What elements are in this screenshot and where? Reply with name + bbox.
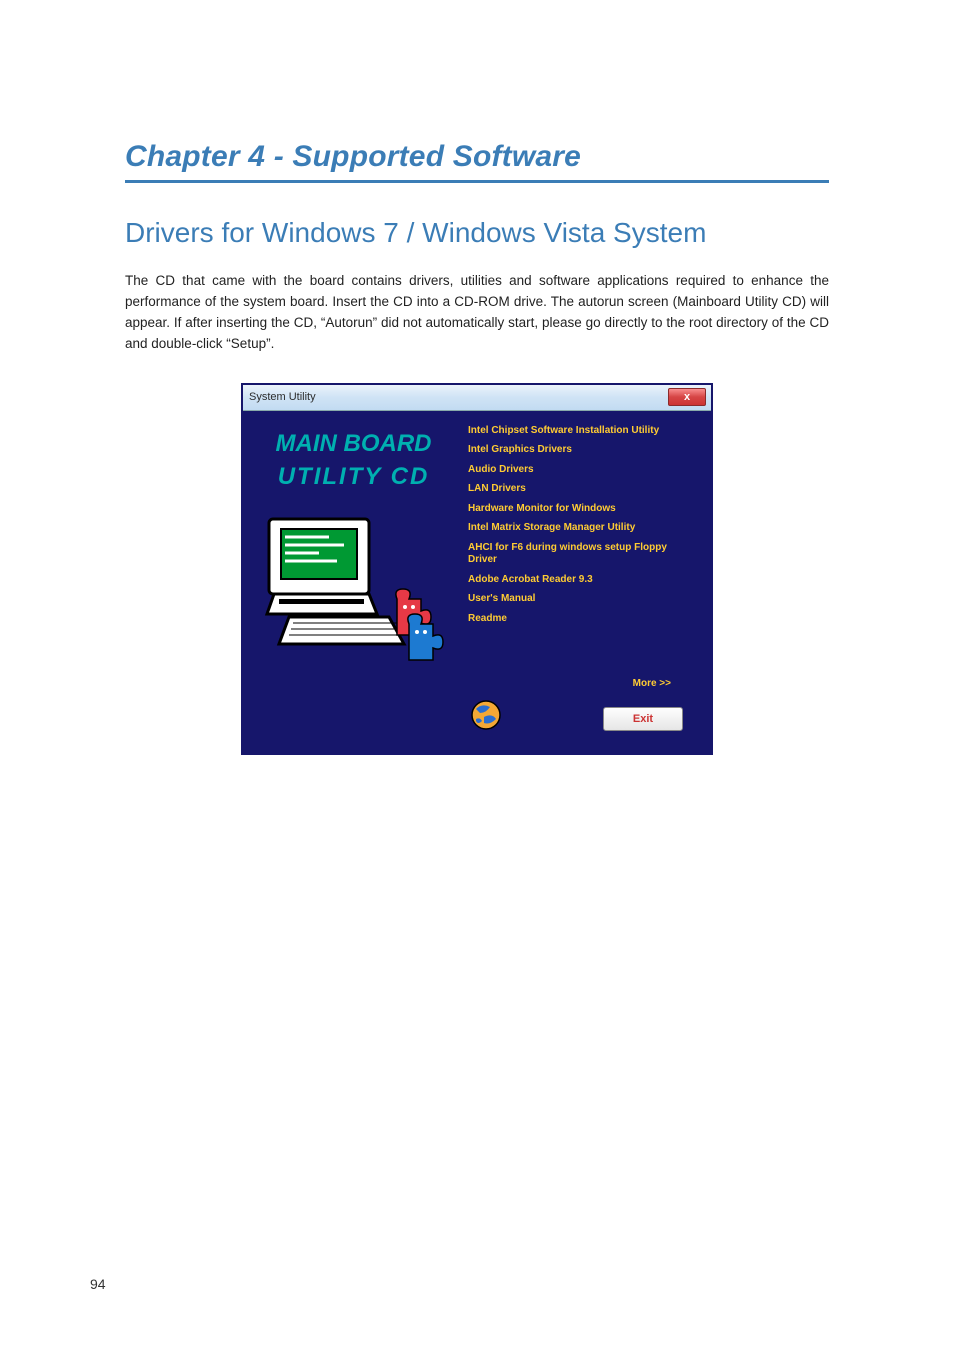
menu-item-ahci[interactable]: AHCI for F6 during windows setup Floppy …	[468, 542, 693, 567]
more-link[interactable]: More >>	[633, 678, 671, 689]
close-icon: x	[684, 391, 690, 403]
menu-item-readme[interactable]: Readme	[468, 613, 693, 626]
section-title: Drivers for Windows 7 / Windows Vista Sy…	[125, 217, 829, 249]
brand-line-1: MAIN BOARD	[276, 429, 432, 459]
menu-panel: Intel Chipset Software Installation Util…	[456, 419, 703, 745]
left-panel: MAIN BOARD UTILITY CD	[251, 419, 456, 745]
window-body: MAIN BOARD UTILITY CD	[243, 411, 711, 753]
exit-button[interactable]: Exit	[603, 707, 683, 731]
menu-item-manual[interactable]: User's Manual	[468, 593, 693, 606]
menu-item-matrix-storage[interactable]: Intel Matrix Storage Manager Utility	[468, 522, 693, 535]
menu-item-hwmonitor[interactable]: Hardware Monitor for Windows	[468, 503, 693, 516]
globe-icon	[470, 699, 502, 731]
exit-button-label: Exit	[633, 713, 653, 725]
close-button[interactable]: x	[668, 388, 706, 406]
menu-item-chipset[interactable]: Intel Chipset Software Installation Util…	[468, 425, 693, 438]
window-title: System Utility	[249, 391, 316, 403]
menu-item-graphics[interactable]: Intel Graphics Drivers	[468, 444, 693, 457]
page-number: 94	[90, 1276, 106, 1292]
menu-item-lan[interactable]: LAN Drivers	[468, 483, 693, 496]
menu-item-audio[interactable]: Audio Drivers	[468, 464, 693, 477]
chapter-title: Chapter 4 - Supported Software	[125, 140, 829, 183]
intro-paragraph: The CD that came with the board contains…	[125, 271, 829, 355]
window-titlebar: System Utility x	[243, 385, 711, 411]
brand-line-2: UTILITY CD	[278, 463, 430, 491]
menu-item-acrobat[interactable]: Adobe Acrobat Reader 9.3	[468, 574, 693, 587]
computer-clipart	[259, 509, 449, 669]
utility-window: System Utility x MAIN BOARD UTILITY CD	[241, 383, 713, 755]
